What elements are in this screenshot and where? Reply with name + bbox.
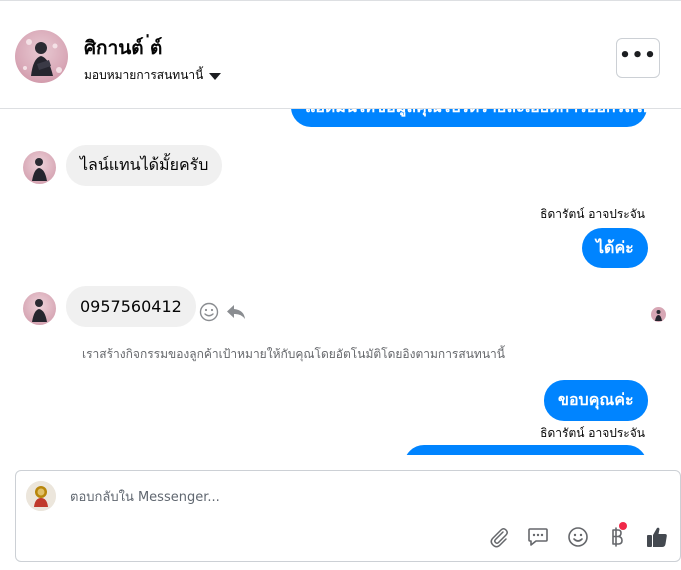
assign-conversation-dropdown[interactable]: มอบหมายการสนทนานี้ <box>84 66 222 85</box>
more-icon: ••• <box>619 45 657 66</box>
saved-replies-button[interactable] <box>525 524 551 550</box>
contact-mini-avatar <box>23 292 56 325</box>
conversation-header: ศิกานต์ ่ต์ มอบหมายการสนทนานี้ ••• <box>0 8 681 109</box>
message-incoming[interactable]: ไลน์แทนได้มั้ยครับ <box>66 145 223 186</box>
page-avatar <box>26 481 56 511</box>
paperclip-icon <box>490 528 508 548</box>
more-options-button[interactable]: ••• <box>616 38 660 78</box>
message-outgoing-partial[interactable]: แอดมินให้ข้อมูลคุณโปรดรายละเอียดการออกรถ… <box>291 109 672 127</box>
seen-avatar <box>651 307 666 322</box>
emoji-button[interactable] <box>565 524 591 550</box>
notification-dot <box>619 522 627 530</box>
smiley-icon[interactable] <box>199 302 219 322</box>
contact-avatar[interactable] <box>15 30 68 83</box>
system-note: เราสร้างกิจกรรมของลูกค้าเป้าหมายให้กับคุ… <box>82 347 505 361</box>
attach-button[interactable] <box>486 524 512 550</box>
reply-icon[interactable] <box>226 302 246 322</box>
message-thread[interactable]: แอดมินให้ข้อมูลคุณโปรดรายละเอียดการออกรถ… <box>0 109 681 455</box>
caret-down-icon <box>209 72 222 80</box>
messenger-panel: ศิกานต์ ่ต์ มอบหมายการสนทนานี้ ••• แอดมิ… <box>0 0 681 570</box>
contact-name: ศิกานต์ ่ต์ <box>84 37 163 59</box>
like-button[interactable] <box>644 524 670 550</box>
emoji-icon <box>568 527 588 547</box>
message-outgoing[interactable]: ขอบคุณค่ะ <box>544 380 648 421</box>
message-incoming[interactable]: 0957560412 <box>66 286 196 327</box>
chat-bubble-icon <box>528 528 548 546</box>
message-outgoing[interactable]: ได้ค่ะ <box>582 228 648 268</box>
thumbs-up-icon <box>647 527 667 547</box>
sender-name: ธิดารัตน์ อาจประจัน <box>540 207 645 221</box>
reply-composer <box>15 470 681 562</box>
message-outgoing-partial[interactable] <box>404 445 647 455</box>
reply-input[interactable] <box>70 483 630 511</box>
assign-label: มอบหมายการสนทนานี้ <box>84 68 204 82</box>
payment-button[interactable] <box>604 522 630 550</box>
contact-mini-avatar <box>23 151 56 184</box>
sender-name: ธิดารัตน์ อาจประจัน <box>540 426 645 440</box>
